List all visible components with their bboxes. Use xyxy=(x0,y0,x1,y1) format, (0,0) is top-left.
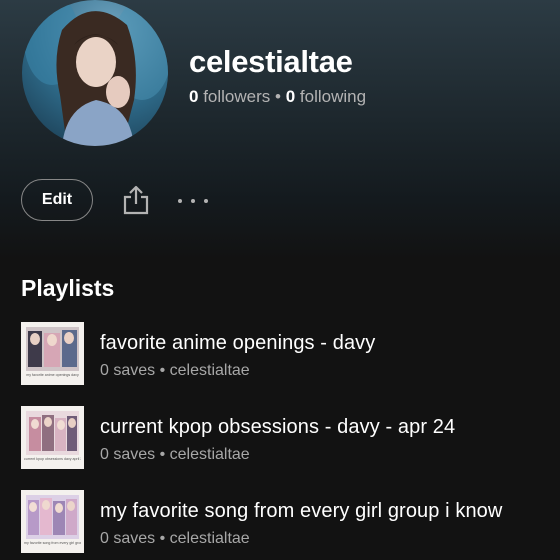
playlist-cover-caption: current kpop obsessions davy april 2024 xyxy=(24,457,81,461)
more-options-button[interactable] xyxy=(178,192,208,210)
playlist-title: my favorite song from every girl group i… xyxy=(100,500,503,522)
follow-stats: 0 followers • 0 following xyxy=(189,87,366,107)
following-label[interactable]: following xyxy=(300,87,366,106)
meta-separator: • xyxy=(159,530,166,547)
following-count[interactable]: 0 xyxy=(286,87,295,106)
profile-username: celestialtae xyxy=(189,44,353,79)
edit-profile-button[interactable]: Edit xyxy=(21,179,93,221)
playlist-owner: celestialtae xyxy=(169,530,250,547)
playlist-title: current kpop obsessions - davy - apr 24 xyxy=(100,416,456,438)
playlist-cover: my favorite song from every girl group i… xyxy=(21,490,84,553)
playlist-owner: celestialtae xyxy=(169,446,250,463)
profile-avatar[interactable] xyxy=(22,0,168,146)
playlist-item[interactable]: my favorite anime openings davy favorite… xyxy=(21,322,551,386)
meta-separator: • xyxy=(159,446,166,463)
playlists-heading: Playlists xyxy=(21,275,115,301)
playlist-cover-caption: my favorite anime openings davy xyxy=(26,373,79,377)
playlist-item[interactable]: current kpop obsessions davy april 2024 … xyxy=(21,406,551,470)
playlist-saves: 0 saves xyxy=(100,446,156,463)
playlist-title: favorite anime openings - davy xyxy=(100,332,376,354)
playlist-meta: 0 saves • celestialtae xyxy=(100,530,250,548)
meta-separator: • xyxy=(159,362,166,379)
more-options-icon xyxy=(178,199,182,203)
playlist-cover: my favorite anime openings davy xyxy=(21,322,84,385)
playlist-owner: celestialtae xyxy=(169,362,250,379)
share-icon xyxy=(123,185,149,215)
playlist-saves: 0 saves xyxy=(100,530,156,547)
playlist-meta: 0 saves • celestialtae xyxy=(100,446,250,464)
playlist-item[interactable]: my favorite song from every girl group i… xyxy=(21,490,551,554)
playlist-saves: 0 saves xyxy=(100,362,156,379)
playlist-cover-caption: my favorite song from every girl group i… xyxy=(24,541,81,545)
playlist-cover: current kpop obsessions davy april 2024 xyxy=(21,406,84,469)
share-button[interactable] xyxy=(121,184,151,216)
playlist-meta: 0 saves • celestialtae xyxy=(100,362,250,380)
followers-count[interactable]: 0 xyxy=(189,87,198,106)
followers-label[interactable]: followers xyxy=(203,87,270,106)
stats-separator: • xyxy=(275,87,281,106)
